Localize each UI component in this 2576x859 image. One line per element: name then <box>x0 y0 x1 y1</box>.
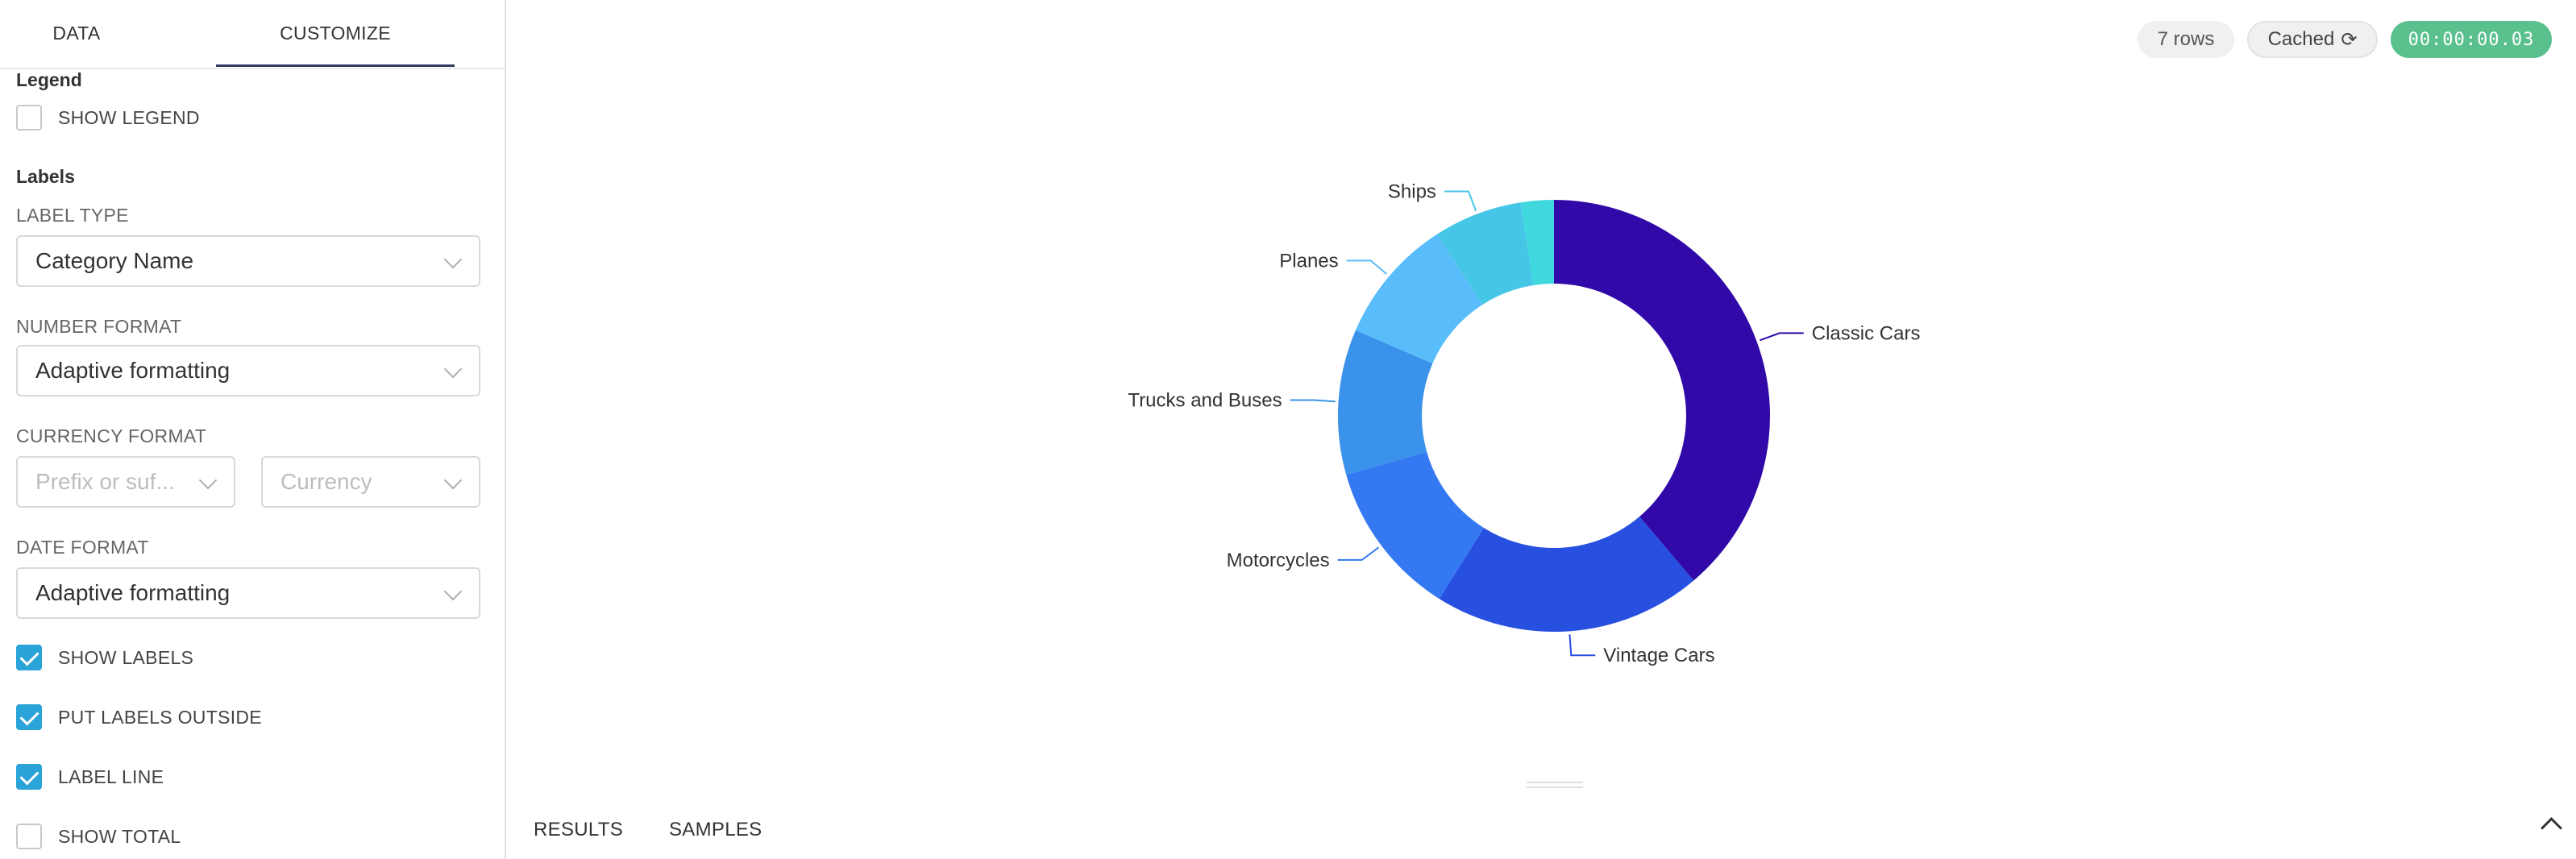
currency-placeholder: Currency <box>280 469 372 494</box>
label-type-value: Category Name <box>35 248 194 273</box>
show-total-checkbox[interactable]: SHOW TOTAL <box>16 820 181 853</box>
checkmark-icon <box>19 645 39 666</box>
currency-format-label: CURRENCY FORMAT <box>16 425 207 446</box>
number-format-select[interactable]: Adaptive formatting <box>16 345 480 396</box>
slice-label: Trucks and Buses <box>1128 390 1282 412</box>
query-time-badge: 00:00:00.03 <box>2391 21 2552 58</box>
chevron-down-icon <box>443 471 463 490</box>
chevron-down-icon <box>443 582 463 601</box>
tab-customize[interactable]: CUSTOMIZE <box>216 0 455 66</box>
checkmark-icon <box>19 705 39 726</box>
label-line <box>1760 332 1804 342</box>
labels-heading: Labels <box>16 166 75 187</box>
tab-results[interactable]: RESULTS <box>534 814 623 846</box>
chevron-down-icon <box>443 359 463 379</box>
row-count-badge: 7 rows <box>2138 21 2234 58</box>
label-line-box[interactable] <box>16 764 42 790</box>
slice-label: Motorcycles <box>1227 550 1330 571</box>
slice-label: Ships <box>1388 181 1436 203</box>
cached-button[interactable]: Cached ⟳ <box>2247 21 2378 58</box>
resize-handle[interactable] <box>1527 782 1583 790</box>
show-labels-box[interactable] <box>16 645 42 670</box>
label-type-label: LABEL TYPE <box>16 205 129 226</box>
chevron-down-icon <box>443 250 463 269</box>
active-tab-indicator <box>216 64 455 67</box>
label-line <box>1290 399 1336 403</box>
label-line <box>1337 546 1380 561</box>
number-format-value: Adaptive formatting <box>35 358 231 383</box>
show-legend-checkbox[interactable]: SHOW LEGEND <box>16 102 200 134</box>
currency-select[interactable]: Currency <box>261 456 480 508</box>
number-format-label: NUMBER FORMAT <box>16 316 182 337</box>
label-line <box>1444 190 1477 212</box>
label-line <box>1568 634 1596 657</box>
put-labels-outside-box[interactable] <box>16 704 42 730</box>
date-format-select[interactable]: Adaptive formatting <box>16 567 480 619</box>
show-labels-checkbox[interactable]: SHOW LABELS <box>16 641 193 674</box>
checkmark-icon <box>19 765 39 786</box>
label-line-label: LABEL LINE <box>58 766 164 787</box>
donut-chart: Classic Cars Vintage Cars Motorcycles Truck… <box>1128 181 1921 667</box>
legend-heading: Legend <box>16 69 82 90</box>
label-line-checkbox[interactable]: LABEL LINE <box>16 761 164 793</box>
show-legend-box[interactable] <box>16 105 42 131</box>
chevron-up-icon[interactable] <box>2541 817 2562 839</box>
show-total-label: SHOW TOTAL <box>58 825 181 847</box>
show-legend-label: SHOW LEGEND <box>58 106 200 128</box>
customize-panel: DATA CUSTOMIZE Legend SHOW LEGEND Labels… <box>0 0 506 859</box>
slice-label: Classic Cars <box>1812 322 1921 344</box>
slice-label: Vintage Cars <box>1603 645 1714 666</box>
cached-label: Cached <box>2267 28 2335 50</box>
label-line <box>1346 259 1388 275</box>
refresh-icon[interactable]: ⟳ <box>2341 28 2357 52</box>
date-format-label: DATE FORMAT <box>16 537 149 558</box>
donut-slice[interactable] <box>1554 200 1770 581</box>
put-labels-outside-label: PUT LABELS OUTSIDE <box>58 706 262 728</box>
show-total-box[interactable] <box>16 824 42 849</box>
currency-prefix-placeholder: Prefix or suf... <box>35 469 175 494</box>
show-labels-label: SHOW LABELS <box>58 646 194 668</box>
label-type-select[interactable]: Category Name <box>16 235 480 287</box>
tab-data[interactable]: DATA <box>0 0 153 66</box>
slice-label: Planes <box>1279 250 1338 272</box>
currency-prefix-select[interactable]: Prefix or suf... <box>16 456 235 508</box>
tab-samples[interactable]: SAMPLES <box>669 814 762 846</box>
chevron-down-icon <box>198 471 218 490</box>
app-window: DATA CUSTOMIZE Legend SHOW LEGEND Labels… <box>0 0 2576 859</box>
put-labels-outside-checkbox[interactable]: PUT LABELS OUTSIDE <box>16 701 262 733</box>
date-format-value: Adaptive formatting <box>35 580 231 605</box>
